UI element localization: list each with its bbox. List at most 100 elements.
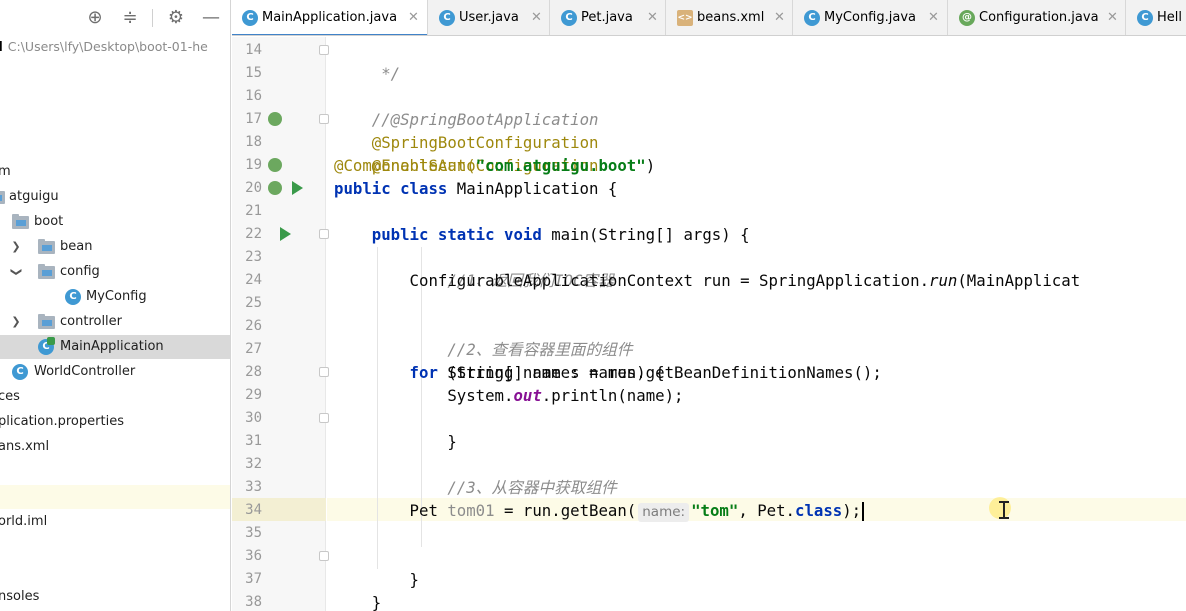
close-icon[interactable]: ✕ — [928, 0, 939, 35]
tree-item-atguigu[interactable]: atguigu — [0, 185, 230, 209]
package-icon — [38, 239, 55, 254]
annotation-token: @ComponentScan( — [334, 156, 476, 175]
code-line-29: System.out.println(name); — [334, 384, 683, 407]
editor-gutter: 14 15 16 17 18 19 20 21 22 23 24 25 26 2… — [232, 37, 329, 611]
tab-label: MainApplication.java — [262, 10, 398, 25]
locate-file-icon[interactable]: ⊕ — [84, 7, 106, 29]
code-line-34: Pet tom01 = run.getBean(name: "tom", Pet.… — [334, 499, 865, 522]
line-number: 32 — [245, 456, 262, 472]
close-icon[interactable]: ✕ — [531, 0, 542, 35]
text-caret — [862, 502, 865, 521]
tree-item-controller[interactable]: ❯ controller — [0, 310, 230, 334]
code-token: = run.getBean( — [494, 501, 637, 520]
tree-item-label: boot — [34, 214, 64, 229]
project-root[interactable]: ld C:\Users\lfy\Desktop\boot-01-he — [0, 36, 208, 58]
tree-item-label: nsoles — [0, 589, 40, 604]
tree-item-m[interactable]: m — [0, 160, 230, 184]
line-number: 34 — [245, 502, 262, 518]
run-class-icon[interactable] — [292, 181, 303, 195]
code-line-26: //2、查看容器里面的组件 — [334, 315, 632, 359]
line-number: 24 — [245, 272, 262, 288]
ibeam-cursor-icon — [998, 501, 1010, 519]
unused-variable-token: tom01 — [447, 501, 495, 520]
project-tool-window: ⊕ ≑ ⚙ — ld C:\Users\lfy\Desktop\boot-01-h… — [0, 0, 231, 611]
project-root-path: C:\Users\lfy\Desktop\boot-01-he — [7, 39, 208, 54]
tab-pet-java[interactable]: C Pet.java ✕ — [551, 0, 666, 35]
tab-myconfig-java[interactable]: C MyConfig.java ✕ — [794, 0, 948, 35]
tree-item-myconfig[interactable]: C MyConfig — [0, 285, 230, 309]
tab-user-java[interactable]: C User.java ✕ — [429, 0, 550, 35]
line-number: 26 — [245, 318, 262, 334]
keyword-token: for — [334, 363, 448, 382]
code-token: (String name : names) { — [447, 363, 665, 382]
tree-item-mainapplication[interactable]: C MainApplication — [0, 335, 230, 359]
spring-bean-icon[interactable] — [268, 181, 282, 195]
tree-item-highlighted[interactable] — [0, 485, 230, 509]
tree-item-application-properties[interactable]: plication.properties — [0, 410, 230, 434]
annotation-icon: @ — [959, 10, 975, 26]
line-number: 27 — [245, 341, 262, 357]
code-token: System. — [334, 386, 514, 405]
code-editor[interactable]: */ //@SpringBootApplication @SpringBootC… — [327, 37, 1186, 611]
close-icon[interactable]: ✕ — [1107, 0, 1118, 35]
tab-beans-xml[interactable]: <> beans.xml ✕ — [667, 0, 793, 35]
close-icon[interactable]: ✕ — [408, 0, 419, 35]
chevron-right-icon[interactable]: ❯ — [10, 310, 22, 334]
minimize-icon[interactable]: — — [200, 7, 222, 29]
line-number: 14 — [245, 42, 262, 58]
tab-mainapplication-java[interactable]: C MainApplication.java ✕ — [232, 0, 428, 35]
tree-item-label: WorldController — [34, 364, 136, 379]
static-method-token: run — [929, 271, 958, 290]
tree-item-bean[interactable]: ❯ bean — [0, 235, 230, 259]
spring-bean-icon[interactable] — [268, 112, 282, 126]
close-icon[interactable]: ✕ — [647, 0, 658, 35]
parameter-hint: name: — [638, 503, 690, 522]
package-icon — [0, 191, 5, 204]
tab-label: Hell — [1157, 10, 1182, 25]
project-root-name: ld — [0, 40, 3, 55]
line-number: 28 — [245, 364, 262, 380]
tree-item-label: atguigu — [9, 189, 59, 204]
class-icon: C — [561, 10, 577, 26]
project-toolbar: ⊕ ≑ ⚙ — — [0, 0, 230, 36]
code-token: ) — [645, 156, 656, 175]
code-line-37: } — [334, 568, 381, 611]
tree-item-scratches-consoles[interactable]: nsoles — [0, 585, 230, 609]
code-line-16: //@SpringBootApplication — [334, 85, 599, 129]
tree-item-world-iml[interactable]: orld.iml — [0, 510, 230, 534]
line-number: 20 — [245, 180, 262, 196]
line-number: 16 — [245, 88, 262, 104]
line-number: 36 — [245, 548, 262, 564]
code-line-28: for (String name : names) { — [334, 361, 665, 384]
line-number: 33 — [245, 479, 262, 495]
package-icon — [38, 264, 55, 279]
tree-item-worldcontroller[interactable]: C WorldController — [0, 360, 230, 384]
close-icon[interactable]: ✕ — [774, 0, 785, 35]
code-line-24: ConfigurableApplicationContext run = Spr… — [334, 269, 1081, 292]
comment-token: */ — [371, 64, 401, 83]
code-line-20: public class MainApplication { — [334, 177, 617, 200]
keyword-token: public class — [334, 179, 457, 198]
chevron-right-icon[interactable]: ❯ — [10, 235, 22, 259]
tree-item-label: MainApplication — [60, 339, 164, 354]
tree-item-config[interactable]: ❯ config — [0, 260, 230, 284]
tree-item-resources[interactable]: ces — [0, 385, 230, 409]
run-main-icon[interactable] — [280, 227, 291, 241]
line-number: 25 — [245, 295, 262, 311]
tree-item-boot[interactable]: boot — [0, 210, 230, 234]
tree-item-label: ans.xml — [0, 439, 50, 454]
gear-icon[interactable]: ⚙ — [165, 7, 187, 29]
package-icon — [38, 314, 55, 329]
tab-configuration-java[interactable]: @ Configuration.java ✕ — [949, 0, 1126, 35]
line-number: 18 — [245, 134, 262, 150]
code-token: } — [371, 593, 382, 611]
chevron-down-icon[interactable]: ❯ — [4, 266, 28, 278]
string-token: "tom" — [691, 501, 739, 520]
tab-hello[interactable]: C Hell — [1127, 0, 1186, 35]
spring-scan-icon[interactable] — [268, 158, 282, 172]
tree-item-label: m — [0, 160, 11, 184]
line-number: 15 — [245, 65, 262, 81]
code-token: main(String[] args) { — [551, 225, 750, 244]
tree-item-beans-xml[interactable]: ans.xml — [0, 435, 230, 459]
collapse-all-icon[interactable]: ≑ — [119, 7, 141, 29]
